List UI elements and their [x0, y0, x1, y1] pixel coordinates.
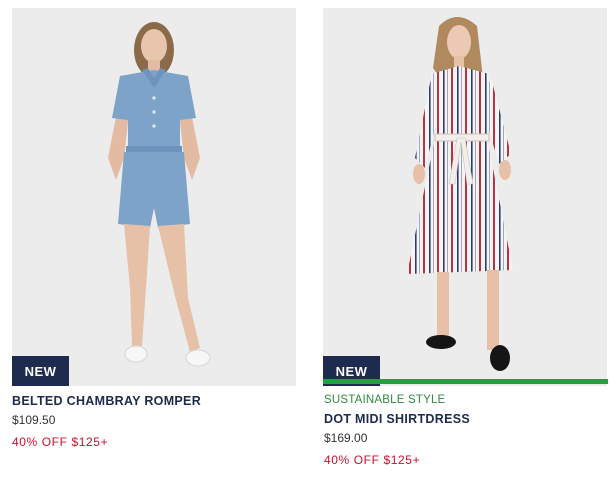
romper-illustration	[12, 8, 296, 386]
sustainable-style-tag: SUSTAINABLE STYLE	[324, 394, 446, 406]
product-name[interactable]: BELTED CHAMBRAY ROMPER	[12, 394, 201, 408]
product-image-romper[interactable]: NEW	[12, 8, 296, 386]
product-info: BELTED CHAMBRAY ROMPER $109.50 40% OFF $…	[12, 394, 201, 449]
shirtdress-illustration	[323, 8, 607, 386]
product-image-shirtdress[interactable]: NEW	[323, 8, 607, 386]
product-price: $169.00	[324, 431, 368, 445]
new-badge: NEW	[12, 356, 69, 386]
sustainable-style-bar	[323, 379, 608, 384]
promo-text: 40% OFF $125+	[12, 435, 109, 449]
promo-text: 40% OFF $125+	[324, 453, 421, 467]
product-info: SUSTAINABLE STYLE DOT MIDI SHIRTDRESS $1…	[324, 394, 470, 467]
product-price: $109.50	[12, 413, 56, 427]
product-name[interactable]: DOT MIDI SHIRTDRESS	[324, 412, 470, 426]
